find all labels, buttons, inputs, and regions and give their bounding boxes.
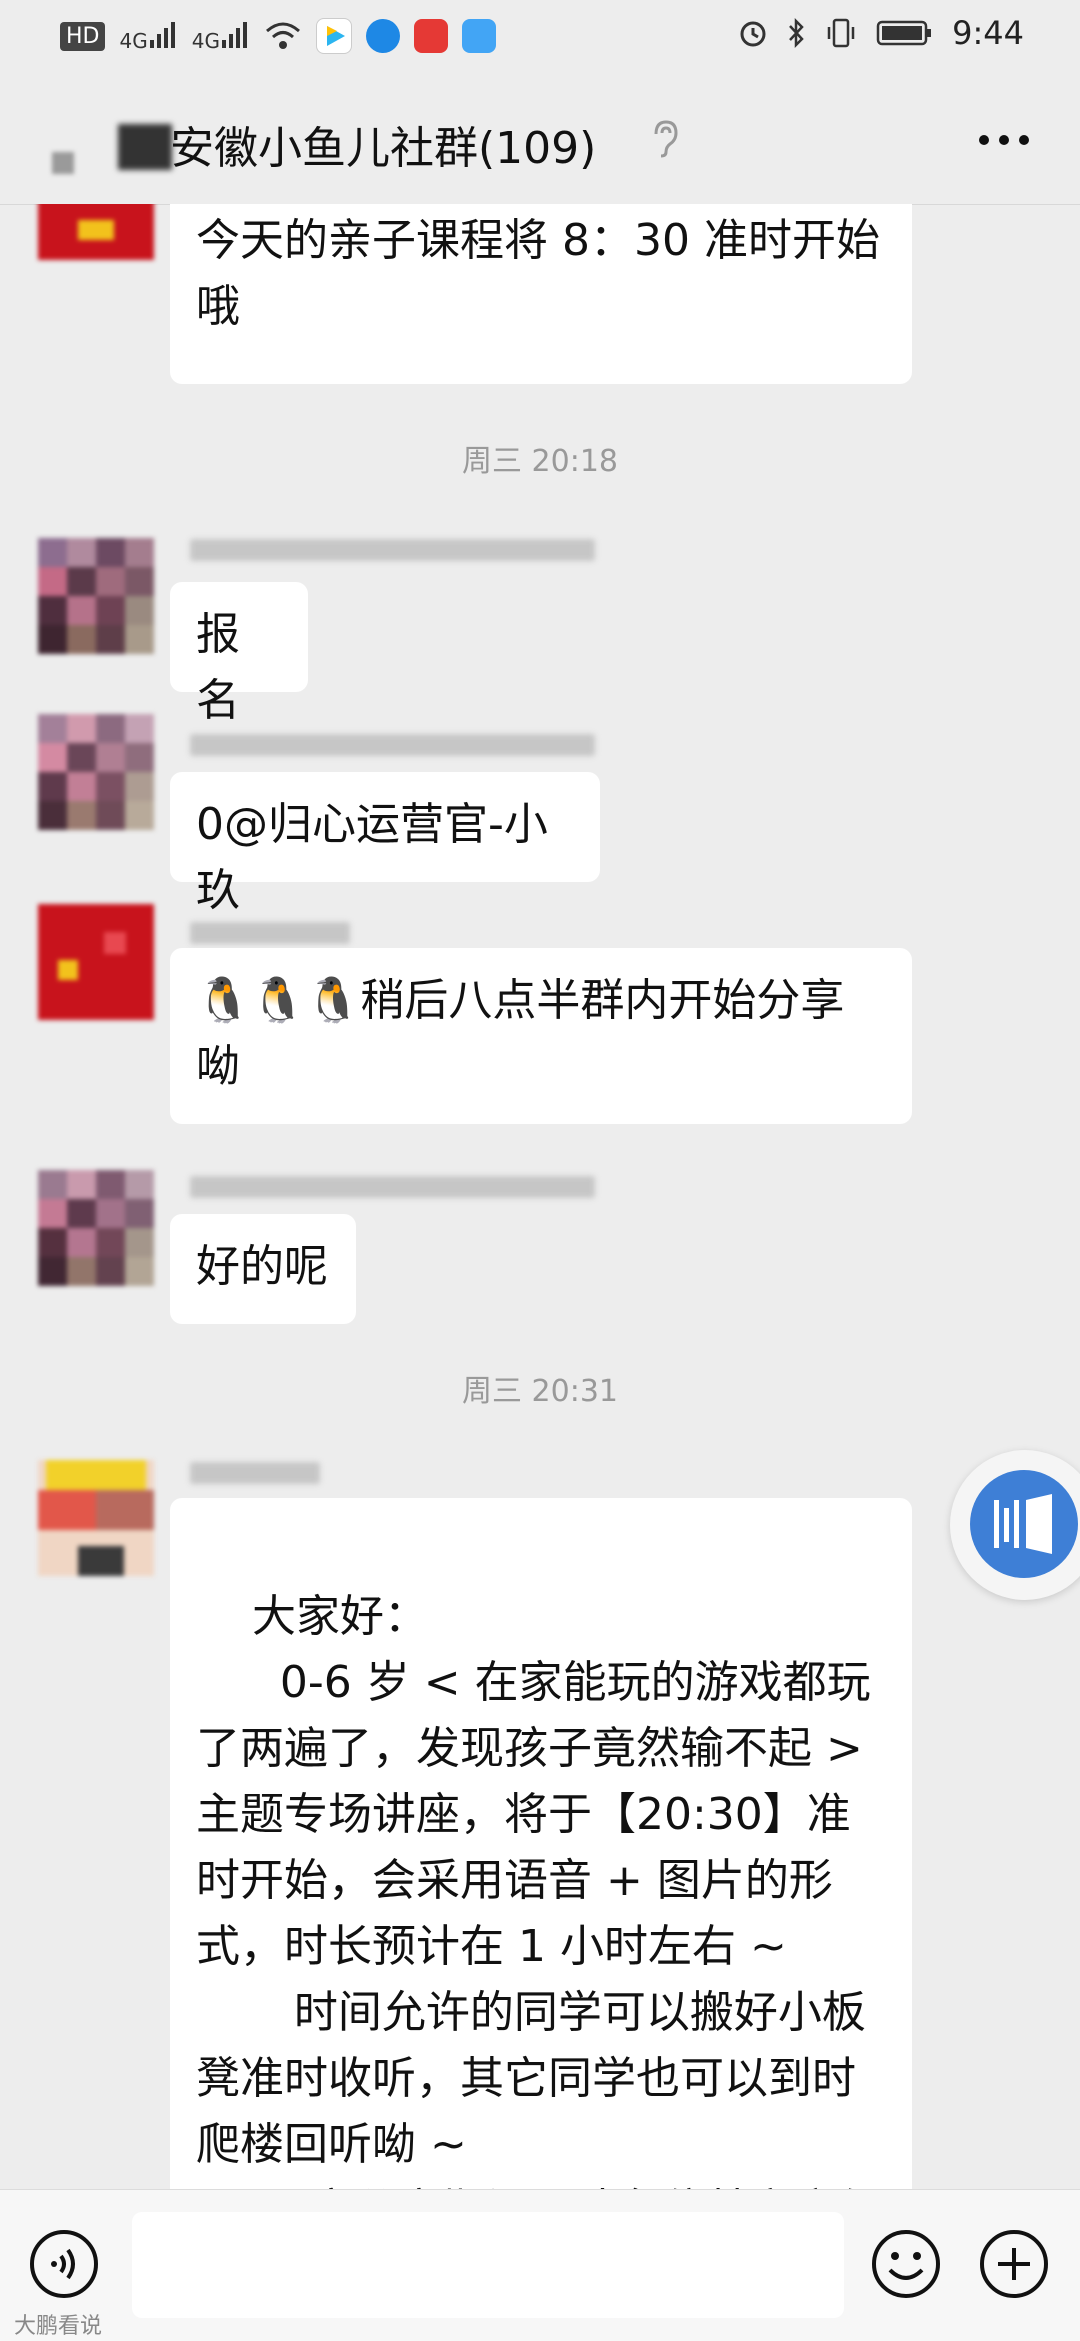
sender-name-redacted: [190, 1462, 320, 1484]
avatar[interactable]: [38, 714, 154, 830]
signal-icon-2: 4G: [192, 20, 250, 53]
emoji-button[interactable]: [870, 2228, 942, 2300]
sender-name-redacted: [190, 539, 595, 561]
browser-app-icon: [365, 19, 400, 53]
avatar[interactable]: [38, 204, 154, 260]
huawei-app-icon: [413, 19, 448, 53]
sender-name-redacted: [190, 734, 595, 756]
back-icon[interactable]: [52, 152, 74, 174]
avatar[interactable]: [38, 1460, 154, 1576]
message-text: 报名: [196, 609, 240, 726]
mute-ear-icon: [654, 120, 678, 158]
vibrate-icon: [827, 18, 855, 48]
message-text: 🐧🐧🐧稍后八点半群内开始分享呦: [196, 975, 845, 1092]
message-text: 好的呢: [196, 1241, 328, 1292]
time-divider: 周三 20:31: [462, 1374, 618, 1409]
more-options-button[interactable]: [978, 134, 1030, 146]
battery-icon: [876, 20, 932, 46]
sender-name-redacted: [190, 1176, 595, 1198]
message-bubble[interactable]: 🐧🐧🐧稍后八点半群内开始分享呦: [170, 948, 912, 1124]
hd-icon: HD: [60, 21, 106, 51]
message-bubble[interactable]: 今天的亲子课程将 8：30 准时开始哦: [170, 204, 912, 384]
alarm-icon: [740, 21, 766, 47]
message-text: 今天的亲子课程将 8：30 准时开始哦: [196, 215, 880, 332]
message-bubble[interactable]: 大家好： 0-6 岁 < 在家能玩的游戏都玩了两遍了，发现孩子竟然输不起 > 主…: [170, 1498, 912, 2189]
message-bubble[interactable]: 好的呢: [170, 1214, 356, 1324]
more-actions-plus-button[interactable]: [978, 2228, 1050, 2300]
clock: 9:44: [952, 14, 1024, 52]
status-bar: HD 4G 4G 9:44: [0, 0, 1080, 72]
sender-name-redacted: [190, 922, 350, 944]
message-input-bar: 大鹏看说: [0, 2189, 1080, 2341]
message-list[interactable]: 今天的亲子课程将 8：30 准时开始哦 周三 20:18 报名 0@归心运营官-…: [0, 204, 1080, 2189]
message-text: 大家好： 0-6 岁 < 在家能玩的游戏都玩了两遍了，发现孩子竟然输不起 > 主…: [196, 1591, 882, 2189]
avatar[interactable]: [38, 538, 154, 654]
floating-assistant-button[interactable]: [950, 1450, 1080, 1600]
page-title: 安徽小鱼儿社群(109): [170, 123, 597, 174]
wifi-icon: [265, 22, 300, 49]
avatar[interactable]: [38, 904, 154, 1020]
title-redacted-block: [118, 124, 172, 170]
message-bubble[interactable]: 0@归心运营官-小玖: [170, 772, 600, 916]
status-left-icons: HD 4G 4G: [60, 18, 496, 54]
time-divider: 周三 20:18: [462, 444, 618, 479]
chat-header: 安徽小鱼儿社群(109): [0, 72, 1080, 205]
status-right-icons: 9:44: [738, 14, 1024, 52]
avatar[interactable]: [38, 1170, 154, 1286]
signal-icon-1: 4G: [119, 20, 177, 53]
message-app-icon: [461, 19, 496, 53]
bluetooth-icon: [789, 17, 804, 49]
video-app-icon: [315, 18, 352, 54]
watermark: 大鹏看说: [14, 2314, 103, 2339]
message-input[interactable]: [132, 2212, 844, 2318]
voice-input-button[interactable]: [28, 2228, 100, 2300]
voice-assistant-icon: [970, 1470, 1078, 1578]
message-bubble[interactable]: 报名: [170, 582, 308, 726]
message-text: 0@归心运营官-小玖: [196, 799, 548, 916]
